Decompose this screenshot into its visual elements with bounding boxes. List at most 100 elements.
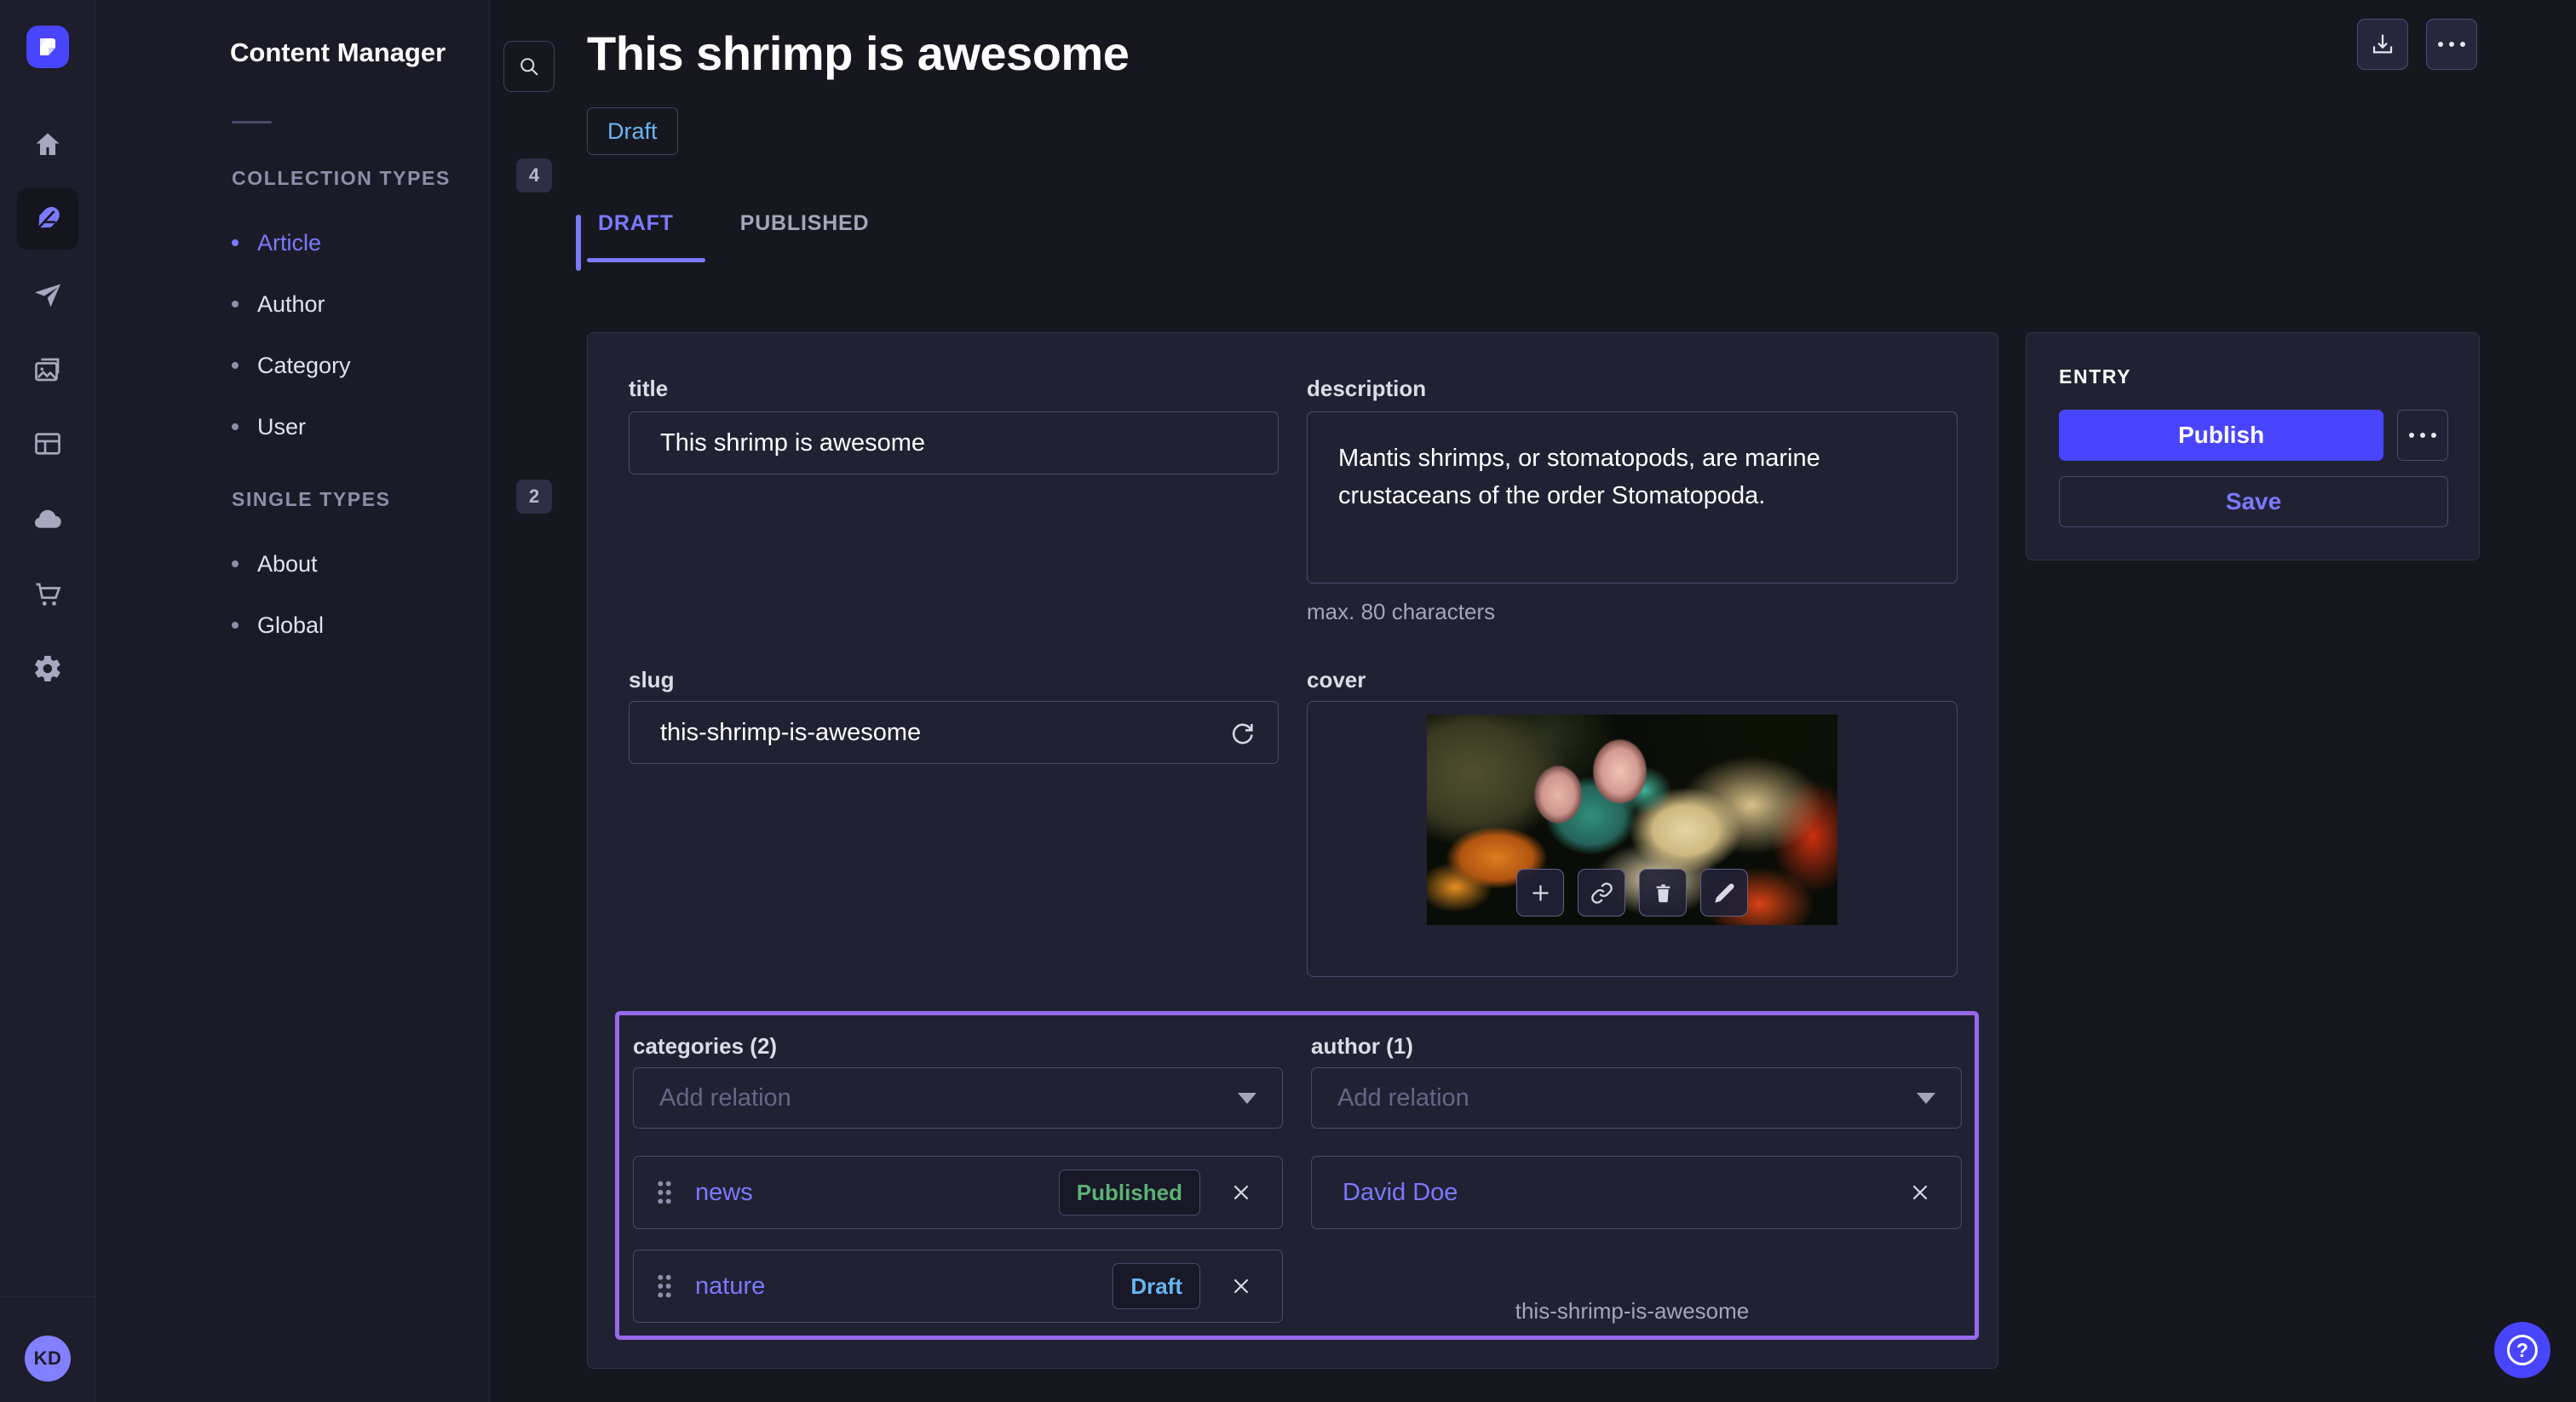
sidebar-item-author[interactable]: Author	[232, 279, 555, 330]
export-button[interactable]	[2357, 19, 2408, 70]
cover-image-actions	[1516, 869, 1748, 916]
slug-field-label: slug	[629, 667, 674, 693]
categories-placeholder: Add relation	[659, 1084, 1238, 1112]
sidebar-item-label: Article	[257, 230, 321, 256]
relation-status-badge: Published	[1059, 1169, 1200, 1215]
sidebar-item-label: Category	[257, 353, 351, 379]
nav-deploy[interactable]	[0, 489, 95, 550]
content-manager-icon	[32, 204, 63, 234]
user-avatar[interactable]: KD	[25, 1336, 71, 1382]
author-field-label: author (1)	[1311, 1033, 1413, 1060]
nav-content-manager[interactable]	[17, 188, 78, 250]
copy-link-button[interactable]	[1578, 869, 1625, 916]
edit-asset-button[interactable]	[1700, 869, 1748, 916]
sidebar-item-article[interactable]: Article	[232, 217, 555, 268]
bullet-icon	[232, 362, 239, 369]
settings-icon	[32, 653, 63, 684]
relation-row-author: David Doe	[1311, 1156, 1962, 1229]
close-icon	[1230, 1275, 1252, 1297]
relation-link[interactable]: David Doe	[1343, 1179, 1879, 1207]
relation-row-nature: nature Draft	[633, 1250, 1283, 1323]
nav-marketplace[interactable]	[0, 564, 95, 625]
sidebar-item-label: Author	[257, 291, 325, 318]
subnav-title: Content Manager	[230, 37, 446, 68]
author-relation-select[interactable]: Add relation	[1311, 1067, 1962, 1129]
paper-plane-icon	[32, 280, 63, 311]
entry-panel: ENTRY Publish Save	[2026, 332, 2480, 560]
question-mark-icon	[2507, 1335, 2538, 1365]
relation-status-badge: Draft	[1113, 1263, 1200, 1309]
tab-draft[interactable]: DRAFT	[598, 211, 674, 236]
nav-releases[interactable]	[0, 265, 95, 326]
page-title: This shrimp is awesome	[587, 26, 1129, 81]
remove-relation-button[interactable]	[1222, 1267, 1260, 1305]
description-textarea[interactable]: Mantis shrimps, or stomatopods, are mari…	[1307, 411, 1958, 583]
main-navbar: KD	[0, 0, 95, 1402]
sidebar-item-user[interactable]: User	[232, 401, 555, 452]
entry-panel-title: ENTRY	[2059, 365, 2131, 388]
remove-relation-button[interactable]	[1222, 1174, 1260, 1211]
section-single-types: SINGLE TYPES	[232, 488, 391, 511]
slug-value: this-shrimp-is-awesome	[660, 719, 921, 747]
marketplace-icon	[32, 579, 63, 610]
content-manager-subnav: Content Manager COLLECTION TYPES 4 Artic…	[95, 0, 490, 1402]
description-helper: max. 80 characters	[1307, 599, 1495, 625]
bullet-icon	[232, 560, 239, 567]
help-button[interactable]	[2494, 1322, 2550, 1378]
edit-form-card: title This shrimp is awesome description…	[587, 332, 1998, 1369]
content-type-builder-icon	[32, 428, 63, 459]
nav-media-library[interactable]	[0, 339, 95, 400]
entry-more-button[interactable]	[2397, 410, 2448, 461]
tab-published[interactable]: PUBLISHED	[740, 211, 870, 236]
sidebar-item-global[interactable]: Global	[232, 600, 555, 651]
relation-link[interactable]: news	[695, 1179, 1037, 1207]
media-library-icon	[32, 354, 63, 385]
remove-relation-button[interactable]	[1901, 1174, 1939, 1211]
drag-handle-icon[interactable]	[656, 1180, 673, 1205]
add-asset-button[interactable]	[1516, 869, 1564, 916]
delete-asset-button[interactable]	[1639, 869, 1687, 916]
chevron-down-icon	[1917, 1093, 1935, 1104]
sidebar-item-about[interactable]: About	[232, 538, 555, 589]
bullet-icon	[232, 301, 239, 307]
active-item-indicator	[576, 215, 581, 271]
publish-button[interactable]: Publish	[2059, 410, 2383, 461]
cloud-icon	[32, 504, 63, 535]
sidebar-item-label: User	[257, 414, 306, 440]
title-field-label: title	[629, 376, 668, 402]
strapi-app: KD Content Manager COLLECTION TYPES 4 Ar…	[0, 0, 2576, 1402]
home-icon	[32, 129, 63, 160]
strapi-logo[interactable]	[26, 26, 69, 68]
ellipsis-icon	[2409, 433, 2436, 438]
relation-row-news: news Published	[633, 1156, 1283, 1229]
pencil-icon	[1713, 882, 1736, 905]
plus-icon	[1529, 882, 1552, 905]
slug-input[interactable]: this-shrimp-is-awesome	[629, 701, 1279, 764]
section-collection-types: COLLECTION TYPES	[232, 167, 451, 190]
drag-handle-icon[interactable]	[656, 1273, 673, 1299]
author-placeholder: Add relation	[1337, 1084, 1917, 1112]
nav-home[interactable]	[0, 114, 95, 175]
strapi-logo-icon	[35, 34, 60, 60]
cover-field: this-shrimp-is-awesome	[1307, 701, 1958, 977]
bullet-icon	[232, 239, 239, 246]
more-options-button[interactable]	[2426, 19, 2477, 70]
regenerate-slug-icon[interactable]	[1228, 719, 1256, 746]
version-tabs: DRAFT PUBLISHED	[598, 211, 869, 236]
cover-image	[1427, 715, 1837, 925]
search-button[interactable]	[503, 41, 555, 92]
ellipsis-icon	[2438, 42, 2465, 47]
nav-settings[interactable]	[0, 638, 95, 699]
nav-content-type-builder[interactable]	[0, 413, 95, 474]
search-icon	[517, 55, 541, 78]
relation-link[interactable]: nature	[695, 1273, 1090, 1301]
active-tab-underline	[587, 258, 705, 262]
sidebar-item-category[interactable]: Category	[232, 340, 555, 391]
save-button[interactable]: Save	[2059, 476, 2448, 527]
sidebar-item-label: About	[257, 551, 318, 577]
categories-field-label: categories (2)	[633, 1033, 777, 1060]
title-input[interactable]: This shrimp is awesome	[629, 411, 1279, 474]
cover-field-label: cover	[1307, 667, 1366, 693]
relations-highlight-zone: categories (2) Add relation author (1) A…	[615, 1011, 1979, 1340]
categories-relation-select[interactable]: Add relation	[633, 1067, 1283, 1129]
